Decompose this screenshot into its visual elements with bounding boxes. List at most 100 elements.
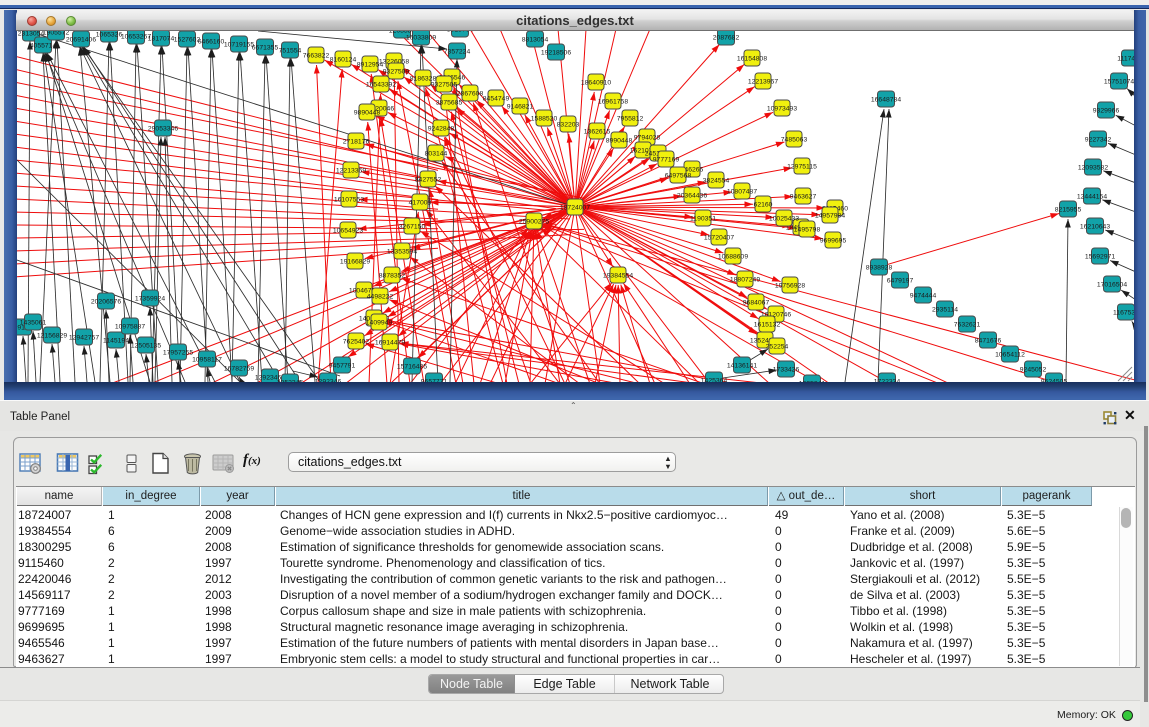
svg-text:6479197: 6479197 xyxy=(887,277,914,284)
svg-text:1117453: 1117453 xyxy=(1117,55,1134,62)
svg-text:18807249: 18807249 xyxy=(730,276,760,283)
svg-text:7663822: 7663822 xyxy=(303,52,330,59)
svg-text:10975887: 10975887 xyxy=(115,323,145,330)
svg-text:1615132: 1615132 xyxy=(754,321,781,328)
svg-text:12444154: 12444154 xyxy=(1077,193,1107,200)
svg-text:8813054: 8813054 xyxy=(522,36,549,43)
svg-text:1065326: 1065326 xyxy=(96,31,123,38)
svg-text:7632621: 7632621 xyxy=(954,321,981,328)
svg-text:1425364: 1425364 xyxy=(701,377,728,382)
svg-text:16914479: 16914479 xyxy=(375,339,405,346)
svg-text:6671355: 6671355 xyxy=(252,44,279,51)
svg-text:9245052: 9245052 xyxy=(1020,366,1047,373)
svg-text:16648784: 16648784 xyxy=(871,96,901,103)
svg-text:9794028: 9794028 xyxy=(634,134,661,141)
svg-text:1167531: 1167531 xyxy=(1113,309,1134,316)
svg-text:12213967: 12213967 xyxy=(748,78,778,85)
svg-text:9327505: 9327505 xyxy=(431,81,458,88)
svg-text:14957984: 14957984 xyxy=(815,212,845,219)
svg-text:16543392: 16543392 xyxy=(366,81,396,88)
svg-text:16782759: 16782759 xyxy=(224,365,254,372)
svg-text:62160: 62160 xyxy=(754,201,773,208)
svg-text:20364436: 20364436 xyxy=(677,192,707,199)
svg-text:10025433: 10025433 xyxy=(769,215,799,222)
svg-text:9684067: 9684067 xyxy=(743,299,770,306)
svg-text:10807487: 10807487 xyxy=(727,188,757,195)
svg-text:8215955: 8215955 xyxy=(1055,206,1082,213)
svg-text:8990448: 8990448 xyxy=(606,137,633,144)
svg-text:14136141: 14136141 xyxy=(727,362,757,369)
svg-text:9624505: 9624505 xyxy=(1041,378,1068,382)
svg-text:7485063: 7485063 xyxy=(781,136,808,143)
svg-text:19218506: 19218506 xyxy=(541,49,571,56)
svg-text:18724007: 18724007 xyxy=(560,204,590,211)
svg-text:4055714: 4055714 xyxy=(30,42,57,49)
svg-text:2313054: 2313054 xyxy=(18,31,45,37)
svg-text:8427552: 8427552 xyxy=(415,176,442,183)
svg-text:8878352: 8878352 xyxy=(379,272,406,279)
svg-text:4498222: 4498222 xyxy=(367,293,394,300)
svg-text:12213369: 12213369 xyxy=(336,167,366,174)
svg-text:8471676: 8471676 xyxy=(975,337,1002,344)
svg-text:2718176: 2718176 xyxy=(343,138,370,145)
svg-text:10973493: 10973493 xyxy=(767,105,797,112)
svg-text:9890448: 9890448 xyxy=(354,109,381,116)
svg-text:20206576: 20206576 xyxy=(91,298,121,305)
svg-text:1145194: 1145194 xyxy=(103,337,129,344)
svg-text:3267150: 3267150 xyxy=(399,223,426,230)
svg-text:17016504: 17016504 xyxy=(1097,281,1127,288)
svg-text:10688609: 10688609 xyxy=(718,253,748,260)
svg-text:15692971: 15692971 xyxy=(1085,253,1115,260)
svg-text:20691406: 20691406 xyxy=(66,36,96,43)
svg-text:1362615: 1362615 xyxy=(584,128,611,135)
svg-text:16033809: 16033809 xyxy=(406,34,436,41)
svg-text:16107553: 16107553 xyxy=(334,196,364,203)
svg-text:1817074: 1817074 xyxy=(148,35,175,42)
svg-text:6497568: 6497568 xyxy=(665,172,692,179)
svg-text:12093582: 12093582 xyxy=(1078,164,1108,171)
svg-text:9327509: 9327509 xyxy=(383,68,410,75)
svg-text:18640910: 18640910 xyxy=(581,79,611,86)
svg-text:15716485: 15716485 xyxy=(397,363,427,370)
svg-text:1722334: 1722334 xyxy=(874,378,901,382)
svg-text:8938928: 8938928 xyxy=(866,264,893,271)
svg-text:12156829: 12156829 xyxy=(37,332,67,339)
svg-text:9457791: 9457791 xyxy=(329,362,356,369)
svg-text:3824554: 3824554 xyxy=(703,177,730,184)
svg-text:1733426: 1733426 xyxy=(773,366,800,373)
svg-text:1588520: 1588520 xyxy=(531,115,558,122)
svg-text:6466160: 6466160 xyxy=(198,38,225,45)
svg-text:9146821: 9146821 xyxy=(507,103,534,110)
svg-text:1635241: 1635241 xyxy=(799,380,826,382)
svg-text:1435061: 1435061 xyxy=(20,319,47,326)
svg-text:3875685: 3875685 xyxy=(436,99,463,106)
svg-text:19166829: 19166829 xyxy=(340,258,370,265)
svg-text:8813704: 8813704 xyxy=(447,31,474,33)
svg-text:16154808: 16154808 xyxy=(737,55,767,62)
svg-text:9699695: 9699695 xyxy=(820,237,847,244)
svg-text:2087682: 2087682 xyxy=(713,34,740,41)
svg-text:17359924: 17359924 xyxy=(135,295,165,302)
svg-text:751554: 751554 xyxy=(279,47,302,54)
svg-text:9227342: 9227342 xyxy=(1085,136,1112,143)
svg-text:16961758: 16961758 xyxy=(598,98,628,105)
svg-text:1292346: 1292346 xyxy=(315,378,342,382)
svg-text:1190351: 1190351 xyxy=(690,215,716,222)
svg-text:10719155: 10719155 xyxy=(224,41,254,48)
svg-text:2867608: 2867608 xyxy=(457,90,484,97)
svg-text:9463627: 9463627 xyxy=(790,193,817,200)
svg-text:17957255: 17957255 xyxy=(163,349,193,356)
svg-text:10958117: 10958117 xyxy=(192,356,222,363)
svg-text:8160124: 8160124 xyxy=(330,56,357,63)
svg-text:7625402: 7625402 xyxy=(343,338,370,345)
svg-text:12975115: 12975115 xyxy=(787,163,817,170)
svg-text:10653267: 10653267 xyxy=(121,33,151,40)
svg-text:832203: 832203 xyxy=(557,121,580,128)
svg-text:15720407: 15720407 xyxy=(704,234,734,241)
svg-text:1527602: 1527602 xyxy=(174,36,201,43)
svg-text:15751074: 15751074 xyxy=(1104,78,1134,85)
svg-text:8454749: 8454749 xyxy=(483,95,510,102)
svg-text:1252345: 1252345 xyxy=(277,379,304,382)
svg-text:12942757: 12942757 xyxy=(69,334,99,341)
svg-text:9474444: 9474444 xyxy=(910,292,937,299)
